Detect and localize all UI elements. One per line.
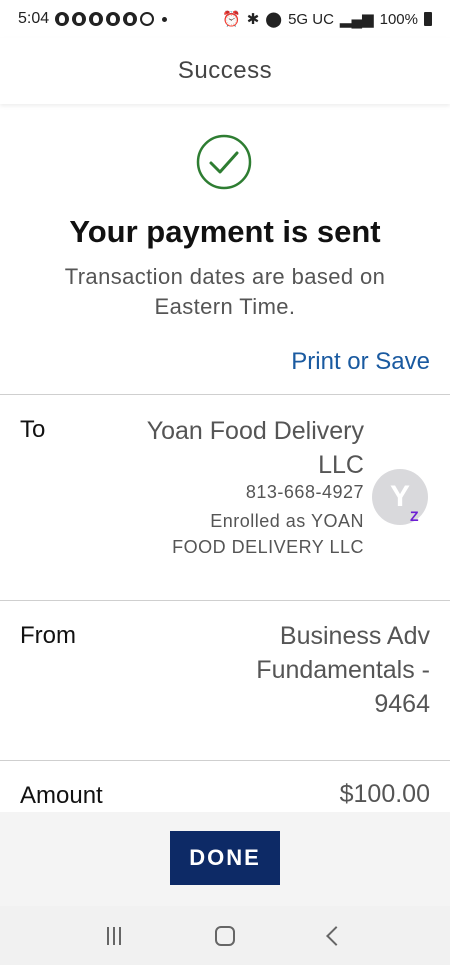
page-title: Success	[177, 57, 273, 84]
confirmation-headline: Your payment is sent	[69, 214, 381, 249]
status-bar-right: ⏰ ✱ ⬤ 5G UC ▂▄▆ 100%	[222, 10, 432, 28]
battery-icon	[424, 12, 432, 26]
location-icon: ⬤	[265, 11, 283, 28]
footer: DONE	[0, 812, 450, 906]
to-label: To	[20, 416, 46, 443]
signal-icon: ▂▄▆	[339, 11, 374, 28]
recipient-enrolled-name: Enrolled as YOAN FOOD DELIVERY LLC	[172, 511, 364, 557]
battery-label: 100%	[379, 10, 418, 28]
from-label: From	[20, 622, 76, 649]
zelle-icon: Z	[410, 508, 419, 524]
network-label: 5G UC	[288, 10, 334, 28]
recipient-phone: 813-668-4927	[245, 482, 364, 502]
system-nav-bar	[0, 906, 450, 965]
status-bar: 5:04 ⏰ ✱ ⬤ 5G UC ▂▄▆ 100%	[0, 0, 450, 38]
divider	[0, 600, 450, 601]
status-bar-left: 5:04	[18, 10, 168, 28]
facebook-icon	[72, 12, 87, 26]
avatar-initial: Y	[389, 480, 410, 513]
print-or-save-link[interactable]: Print or Save	[291, 348, 430, 376]
threads-icon	[140, 12, 155, 26]
more-notifications-icon	[162, 16, 168, 22]
divider	[0, 394, 450, 395]
bluetooth-icon: ✱	[246, 11, 260, 28]
facebook-icon	[55, 12, 70, 26]
alarm-icon: ⏰	[222, 11, 241, 28]
divider	[0, 760, 450, 761]
avatar: Y	[372, 469, 428, 525]
page-header: Success	[0, 38, 450, 104]
facebook-icon	[89, 12, 104, 26]
home-icon[interactable]	[215, 925, 235, 946]
done-button[interactable]: DONE	[170, 831, 280, 885]
from-account: Business Adv Fundamentals - 9464	[256, 622, 430, 718]
recipient-name: Yoan Food Delivery LLC	[146, 417, 364, 479]
amount-label: Amount	[20, 782, 103, 809]
back-icon[interactable]	[326, 925, 346, 946]
recent-apps-icon[interactable]	[107, 926, 121, 945]
amount-value: $100.00	[339, 780, 430, 808]
status-time: 5:04	[18, 10, 50, 27]
facebook-icon	[123, 12, 138, 26]
timezone-note: Transaction dates are based on Eastern T…	[64, 264, 386, 319]
facebook-icon	[106, 12, 121, 26]
success-check-icon	[196, 134, 252, 190]
notification-icons	[55, 12, 168, 26]
